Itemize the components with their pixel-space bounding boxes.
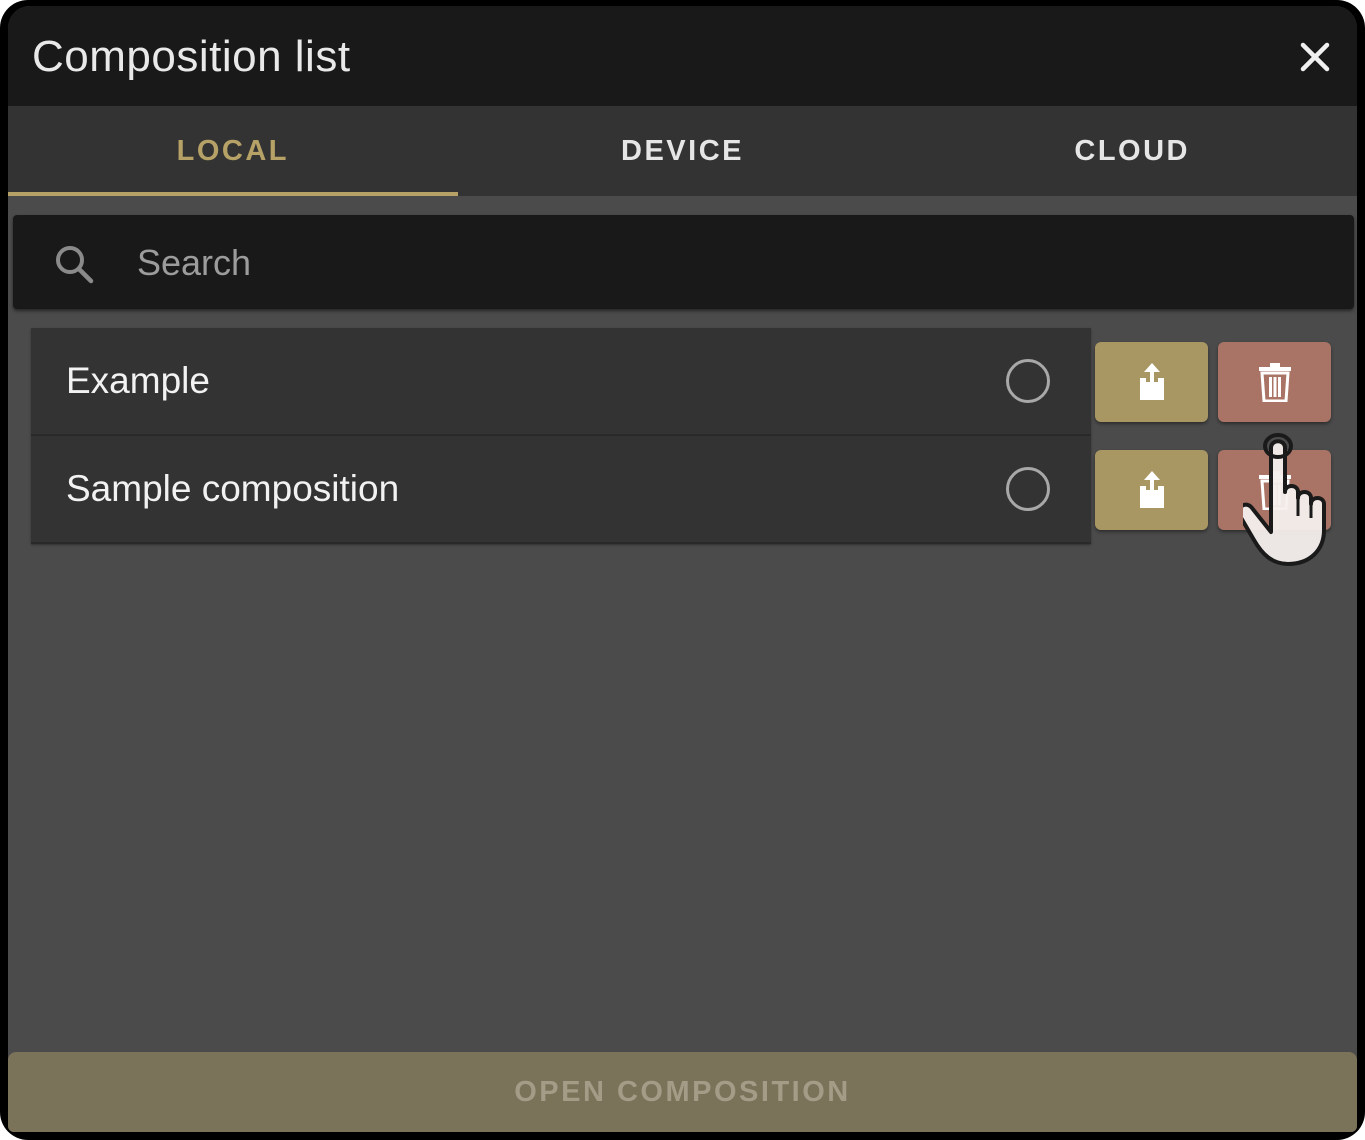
tab-cloud[interactable]: CLOUD bbox=[907, 106, 1357, 196]
share-icon bbox=[1139, 471, 1164, 508]
share-icon bbox=[1139, 363, 1164, 400]
composition-list-dialog: Composition list LOCAL DEVICE CLOUD Sear… bbox=[8, 6, 1357, 1132]
tab-cloud-label: CLOUD bbox=[1074, 134, 1190, 167]
search-input[interactable] bbox=[135, 233, 1319, 293]
list-item[interactable]: Example bbox=[31, 328, 1091, 436]
open-composition-label: OPEN COMPOSITION bbox=[514, 1075, 851, 1108]
dialog-titlebar: Composition list bbox=[8, 6, 1357, 106]
select-radio[interactable] bbox=[1006, 359, 1050, 403]
tab-local-label: LOCAL bbox=[176, 134, 290, 167]
share-button[interactable] bbox=[1095, 342, 1208, 422]
close-button[interactable] bbox=[1298, 40, 1332, 74]
select-radio[interactable] bbox=[1006, 467, 1050, 511]
list-item[interactable]: Sample composition bbox=[31, 436, 1091, 544]
open-composition-button[interactable]: OPEN COMPOSITION bbox=[8, 1052, 1357, 1132]
tab-bar: LOCAL DEVICE CLOUD bbox=[8, 106, 1357, 196]
tab-device-label: DEVICE bbox=[621, 134, 744, 167]
window-frame: Composition list LOCAL DEVICE CLOUD Sear… bbox=[0, 0, 1365, 1140]
dialog-title: Composition list bbox=[32, 32, 351, 81]
trash-icon bbox=[1258, 363, 1291, 402]
delete-button[interactable] bbox=[1218, 450, 1331, 530]
share-button[interactable] bbox=[1095, 450, 1208, 530]
composition-name: Example bbox=[66, 360, 210, 401]
composition-list: Example Sample composition bbox=[31, 328, 1091, 544]
delete-button[interactable] bbox=[1218, 342, 1331, 422]
search-icon bbox=[56, 246, 94, 284]
composition-name: Sample composition bbox=[66, 468, 400, 509]
close-icon bbox=[1300, 42, 1330, 72]
tab-local[interactable]: LOCAL bbox=[8, 106, 458, 196]
active-tab-indicator bbox=[8, 192, 458, 196]
trash-icon bbox=[1258, 471, 1291, 510]
search-bar bbox=[13, 215, 1354, 309]
tab-device[interactable]: DEVICE bbox=[458, 106, 908, 196]
